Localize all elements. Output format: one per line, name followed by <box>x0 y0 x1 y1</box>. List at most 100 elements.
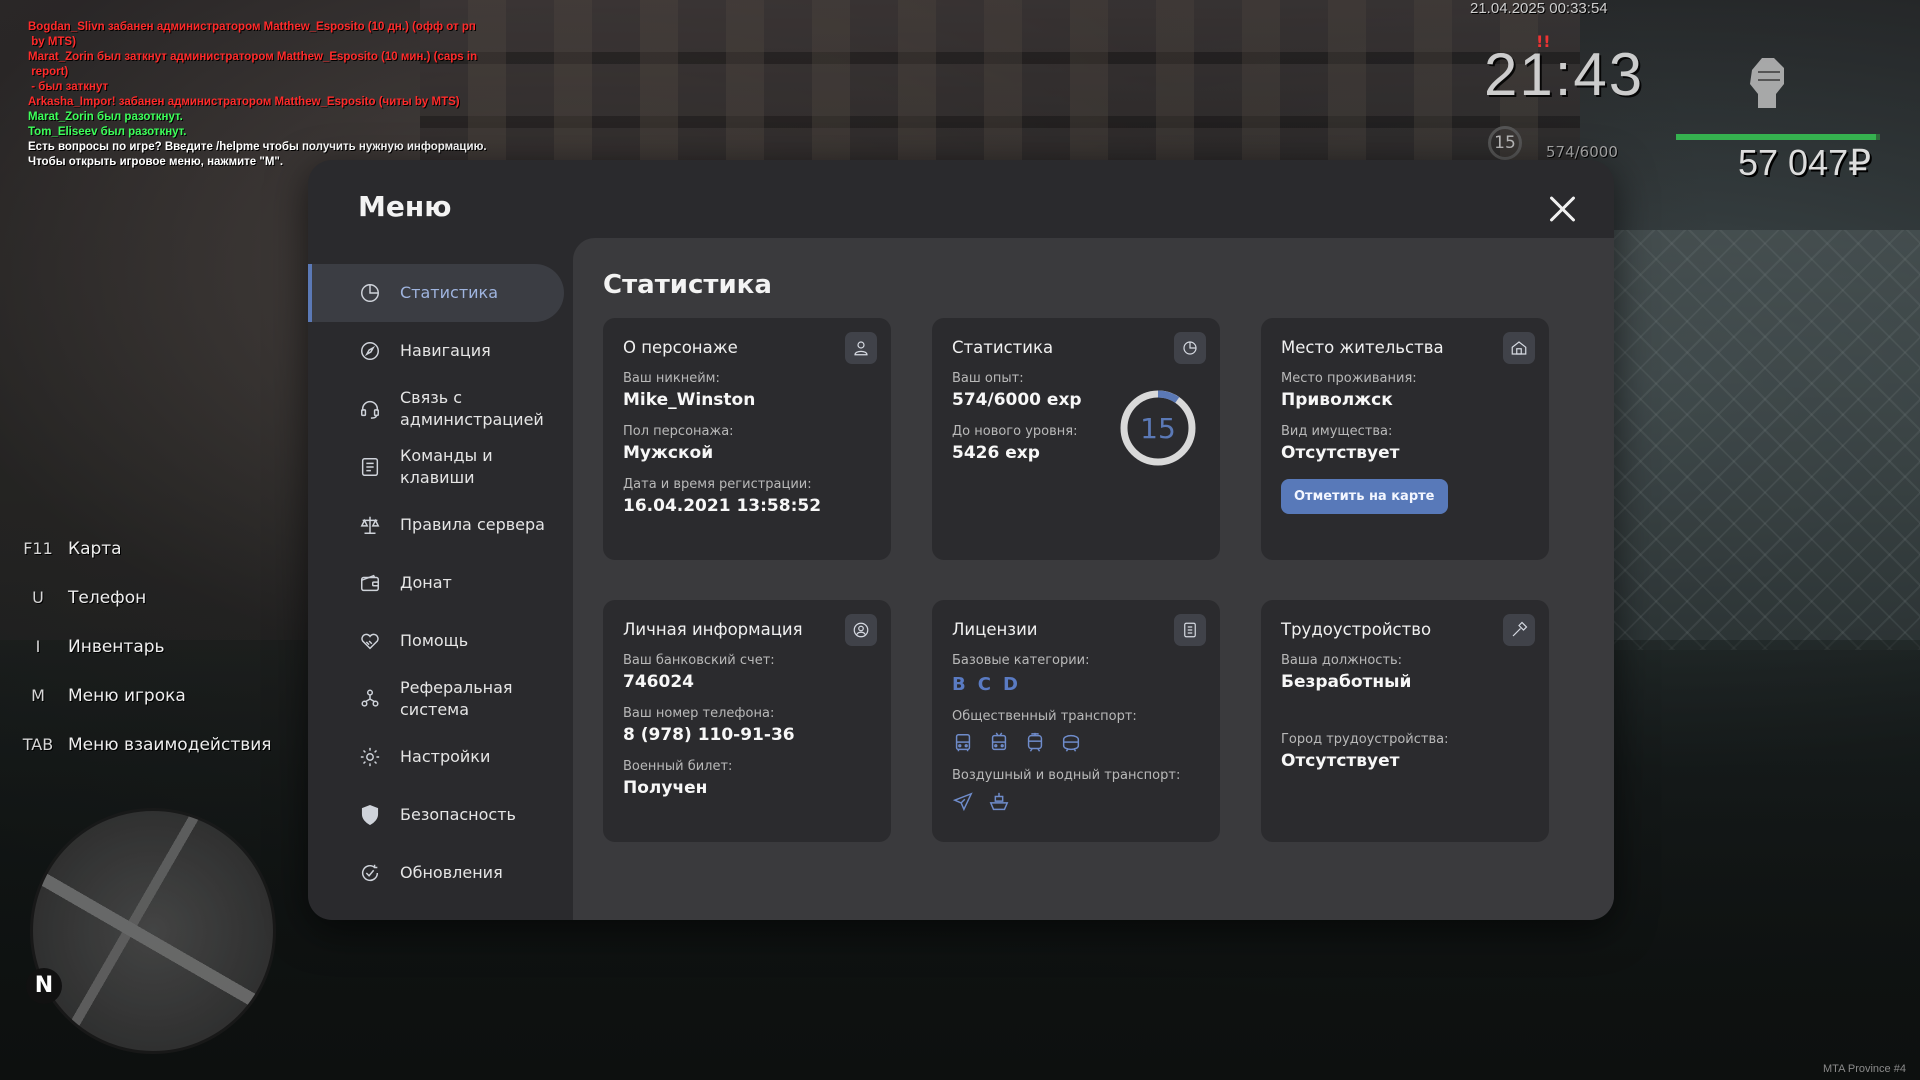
minimap-north-marker: N <box>26 968 62 1004</box>
minimap <box>30 808 276 1054</box>
sidebar-item-label: Настройки <box>400 747 491 766</box>
hotkey-label: Телефон <box>68 587 147 608</box>
headset-icon <box>358 397 382 421</box>
field-label: Место проживания: <box>1281 371 1417 386</box>
nickname-value: Mike_Winston <box>623 390 756 410</box>
sidebar-item-support[interactable]: Связь с администрацией <box>308 380 564 438</box>
menu-title: Меню <box>358 190 452 223</box>
sidebar-item-label: Безопасность <box>400 805 516 824</box>
sidebar-item-referral[interactable]: Реферальная система <box>308 670 564 728</box>
sidebar-item-label: Статистика <box>400 283 498 302</box>
health-bar <box>1676 134 1880 140</box>
card-title: Место жительства <box>1281 338 1444 357</box>
user-circle-icon <box>845 614 877 646</box>
sidebar-item-statistics[interactable]: Статистика <box>308 264 564 322</box>
hotkey-key: I <box>35 637 41 656</box>
chat-line: Marat_Zorin был разоткнут. <box>28 111 183 123</box>
card-title: О персонаже <box>623 338 738 357</box>
document-list-icon <box>358 455 382 479</box>
employment-city-value: Отсутствует <box>1281 751 1400 771</box>
sidebar-item-updates[interactable]: Обновления <box>308 844 564 902</box>
sidebar-item-help[interactable]: Помощь <box>308 612 564 670</box>
hotkey-key: U <box>32 588 44 607</box>
hotkey-map[interactable]: F11 Карта <box>20 524 272 573</box>
license-document-icon <box>1174 614 1206 646</box>
hotkey-interaction-menu[interactable]: TAB Меню взаимодействия <box>20 720 272 769</box>
sidebar-item-label: Команды и клавиши <box>400 446 493 487</box>
hotkey-phone[interactable]: U Телефон <box>20 573 272 622</box>
field-label: Город трудоустройства: <box>1281 732 1449 747</box>
chat-log: Bogdan_Slivn забанен администратором Mat… <box>28 20 498 170</box>
level-number: 15 <box>1140 412 1176 445</box>
hud-clock: 21:43 <box>1484 41 1645 108</box>
player-menu: Меню Статистика Навигация Связь с админи… <box>308 160 1614 920</box>
hotkey-player-menu[interactable]: M Меню игрока <box>20 671 272 720</box>
sidebar-item-label: Правила сервера <box>400 515 545 534</box>
close-icon[interactable] <box>1548 194 1578 224</box>
hotkey-inventory[interactable]: I Инвентарь <box>20 622 272 671</box>
hud-datetime: 21.04.2025 00:33:54 <box>1470 0 1608 17</box>
hotkey-label: Карта <box>68 538 122 559</box>
field-label: Пол персонажа: <box>623 424 734 439</box>
card-statistics: Статистика Ваш опыт: 574/6000 exp До нов… <box>932 318 1220 560</box>
card-employment: Трудоустройство Ваша должность: Безработ… <box>1261 600 1549 842</box>
sidebar-item-security[interactable]: Безопасность <box>308 786 564 844</box>
field-label: Дата и время регистрации: <box>623 477 812 492</box>
field-label: Вид имущества: <box>1281 424 1393 439</box>
background-fence <box>1610 230 1920 650</box>
user-icon <box>845 332 877 364</box>
gender-value: Мужской <box>623 443 714 463</box>
field-label: Базовые категории: <box>952 653 1090 668</box>
hotkey-label: Меню игрока <box>68 685 186 706</box>
sidebar-item-label: Помощь <box>400 631 469 650</box>
license-category: D <box>1002 674 1018 695</box>
sidebar-item-navigation[interactable]: Навигация <box>308 322 564 380</box>
level-progress-ring: 15 <box>1120 390 1196 466</box>
field-label: Ваш опыт: <box>952 371 1024 386</box>
hotkey-key: TAB <box>22 735 54 754</box>
chat-line: Есть вопросы по игре? Введите /helpme чт… <box>28 141 487 153</box>
trolleybus-icon <box>991 732 1007 751</box>
scales-icon <box>358 513 382 537</box>
pie-chart-icon <box>1174 332 1206 364</box>
card-character: О персонаже Ваш никнейм: Mike_Winston По… <box>603 318 891 560</box>
registration-value: 16.04.2021 13:58:52 <box>623 496 822 516</box>
sidebar-item-settings[interactable]: Настройки <box>308 728 564 786</box>
sidebar-item-rules[interactable]: Правила сервера <box>308 496 564 554</box>
card-title: Личная информация <box>623 620 803 639</box>
card-title: Статистика <box>952 338 1054 357</box>
property-value: Отсутствует <box>1281 443 1400 463</box>
house-icon <box>1503 332 1535 364</box>
hotkey-list: F11 Карта U Телефон I Инвентарь M Меню игрок… <box>20 524 272 769</box>
handshake-heart-icon <box>358 629 382 653</box>
mark-on-map-button[interactable]: Отметить на карте <box>1281 479 1448 514</box>
field-label: Военный билет: <box>623 759 733 774</box>
menu-sidebar: Статистика Навигация Связь с администрац… <box>308 264 564 902</box>
phone-value: 8 (978) 110-91-36 <box>623 725 795 745</box>
chat-line: - был заткнут <box>28 81 109 93</box>
hotkey-key: F11 <box>23 539 53 558</box>
chat-line: Marat_Zorin был заткнут администратором … <box>28 51 478 78</box>
military-id-value: Получен <box>623 778 708 798</box>
sidebar-item-label: Связь с администрацией <box>400 388 544 429</box>
people-network-icon <box>358 687 382 711</box>
sidebar-item-label: Навигация <box>400 341 491 360</box>
pie-chart-icon <box>358 281 382 305</box>
chat-line: Arkasha_Impor! забанен администратором M… <box>28 96 460 108</box>
sidebar-item-commands[interactable]: Команды и клавиши <box>308 438 564 496</box>
license-category: B <box>952 674 966 695</box>
plane-icon <box>952 792 973 812</box>
field-label: Ваш никнейм: <box>623 371 720 386</box>
hammer-icon <box>1503 614 1535 646</box>
card-licenses: Лицензии Базовые категории: B C D Общест… <box>932 600 1220 842</box>
hud-money: 57 047₽ <box>1738 142 1872 183</box>
shield-icon <box>358 803 382 827</box>
bank-account-value: 746024 <box>623 672 694 692</box>
field-label: Ваша должность: <box>1281 653 1403 668</box>
stats-panel: Статистика О персонаже Ваш никнейм: Mike… <box>573 238 1614 920</box>
bus-icon <box>955 734 971 752</box>
card-personal-info: Личная информация Ваш банковский счет: 7… <box>603 600 891 842</box>
card-title: Трудоустройство <box>1281 620 1432 639</box>
license-category: C <box>977 674 991 695</box>
sidebar-item-donate[interactable]: Донат <box>308 554 564 612</box>
